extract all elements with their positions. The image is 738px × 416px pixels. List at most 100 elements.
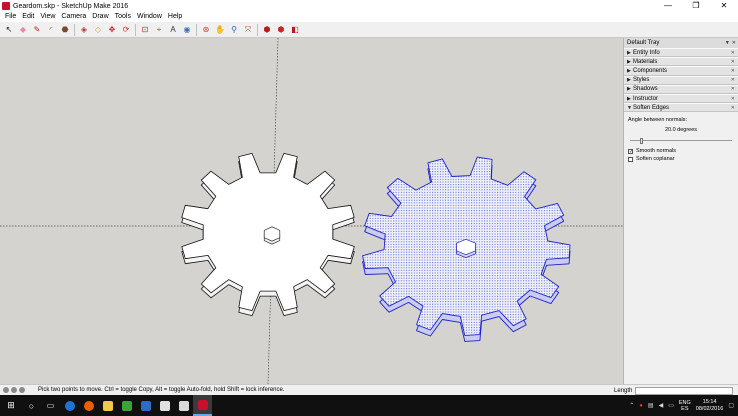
shapes-tool-icon[interactable]: ⬣ [60, 24, 71, 35]
chevron-up-icon[interactable]: ⌃ [629, 402, 634, 409]
toolbar-separator [74, 23, 75, 36]
tray-section-styles[interactable]: ▶ Styles ✕ [624, 75, 738, 85]
menu-help[interactable]: Help [165, 12, 185, 22]
status-bar: Pick two points to move. Ctrl = toggle C… [0, 384, 738, 395]
window-title: Geardom.skp - SketchUp Make 2016 [13, 2, 129, 10]
clock[interactable]: 15:14 08/02/2016 [696, 399, 724, 413]
gear-left[interactable] [181, 153, 355, 317]
tape-measure-tool-icon[interactable]: ⌖ [154, 24, 165, 35]
angle-slider[interactable] [628, 138, 734, 145]
zoom-extents-tool-icon[interactable]: ⤧ [243, 24, 254, 35]
toolbar-separator [196, 23, 197, 36]
credits-icon[interactable] [11, 387, 17, 393]
measurements-input[interactable] [635, 386, 734, 395]
soften-coplanar-row[interactable]: Soften coplanar [628, 156, 734, 162]
section-close-icon[interactable]: ✕ [731, 105, 735, 111]
battery-icon[interactable]: ▭ [668, 402, 674, 409]
model-scene[interactable] [0, 38, 623, 384]
tray-title: Default Tray [627, 40, 660, 46]
help-icon[interactable] [19, 387, 25, 393]
text-tool-icon[interactable]: A [168, 24, 179, 35]
tray-header: Default Tray ▼ ✕ [624, 38, 738, 48]
tray-section-instructor[interactable]: ▶ Instructor ✕ [624, 93, 738, 104]
tray-close-icon[interactable]: ✕ [732, 40, 736, 46]
slider-thumb[interactable] [639, 138, 643, 145]
minimize-button[interactable]: — [654, 0, 682, 12]
pin-icon[interactable]: ▼ [725, 40, 730, 46]
menu-window[interactable]: Window [134, 12, 165, 22]
layout-tool-icon[interactable]: ◧ [290, 24, 301, 35]
pan-tool-icon[interactable]: ✋ [215, 24, 226, 35]
zoom-tool-icon[interactable]: ⚲ [229, 24, 240, 35]
paint-bucket-tool-icon[interactable]: ◉ [182, 24, 193, 35]
status-hint: Pick two points to move. Ctrl = toggle C… [38, 387, 285, 393]
maximize-button[interactable]: ❐ [682, 0, 710, 12]
menu-view[interactable]: View [37, 12, 58, 22]
language-indicator[interactable]: ENG ES [679, 400, 691, 412]
menu-edit[interactable]: Edit [19, 12, 37, 22]
notifications-icon[interactable]: ▢ [728, 402, 734, 409]
section-label: Styles [633, 77, 650, 84]
push-pull-tool-icon[interactable]: ◈ [79, 24, 90, 35]
windows-start-icon[interactable]: ⊞ [0, 395, 22, 416]
measurements-label: Length [614, 387, 633, 394]
menu-draw[interactable]: Draw [89, 12, 111, 22]
edge-browser-icon[interactable] [60, 395, 79, 416]
section-label: Shadows [633, 86, 658, 93]
tray-section-materials[interactable]: ▶ Materials ✕ [624, 57, 738, 67]
main-toolbar: ↖ ◆ ✎ ◜ ⬣ ◈ ◇ ✥ ⟳ ⊡ ⌖ A ◉ ⊛ ✋ ⚲ ⤧ ⬢ ⬢ ◧ [0, 22, 738, 38]
section-close-icon[interactable]: ✕ [731, 68, 735, 74]
menu-bar: File Edit View Camera Draw Tools Window … [0, 12, 738, 22]
section-close-icon[interactable]: ✕ [731, 59, 735, 65]
title-bar: Geardom.skp - SketchUp Make 2016 — ❐ ✕ [0, 0, 738, 12]
menu-camera[interactable]: Camera [58, 12, 89, 22]
network-icon[interactable]: ▤ [648, 402, 654, 409]
green-app-icon[interactable] [117, 395, 136, 416]
line-tool-icon[interactable]: ✎ [32, 24, 43, 35]
orbit-tool-icon[interactable]: ⊛ [201, 24, 212, 35]
menu-tools[interactable]: Tools [112, 12, 134, 22]
close-button[interactable]: ✕ [710, 0, 738, 12]
soften-coplanar-checkbox[interactable] [628, 156, 633, 162]
tray-section-entity-info[interactable]: ▶ Entity Info ✕ [624, 48, 738, 58]
search-icon[interactable]: ○ [22, 395, 41, 416]
angle-label: Angle between normals: [628, 117, 688, 124]
antivirus-icon[interactable]: ● [639, 403, 643, 409]
section-close-icon[interactable]: ✕ [731, 86, 735, 92]
task-view-icon[interactable]: ▭ [41, 395, 60, 416]
section-label: Components [633, 67, 668, 74]
default-tray: Default Tray ▼ ✕ ▶ Entity Info ✕ ▶ Mater… [623, 38, 738, 384]
tray-section-components[interactable]: ▶ Components ✕ [624, 66, 738, 76]
tray-section-shadows[interactable]: ▶ Shadows ✕ [624, 84, 738, 94]
scale-tool-icon[interactable]: ⊡ [140, 24, 151, 35]
firefox-icon[interactable] [79, 395, 98, 416]
smooth-normals-row[interactable]: ✓ Smooth normals [628, 148, 734, 154]
sketchup-app-icon [2, 2, 10, 10]
volume-icon[interactable]: ◀ [659, 402, 664, 409]
rotate-tool-icon[interactable]: ⟳ [121, 24, 132, 35]
sketchup-taskbar-icon[interactable] [193, 395, 212, 416]
smooth-normals-label: Smooth normals [636, 148, 677, 155]
arc-tool-icon[interactable]: ◜ [46, 24, 57, 35]
section-close-icon[interactable]: ✕ [731, 50, 735, 56]
offset-tool-icon[interactable]: ◇ [93, 24, 104, 35]
soften-edges-panel: Angle between normals: 20.0 degrees ✓ Sm… [624, 112, 738, 162]
tray-section-soften-edges[interactable]: ▼ Soften Edges ✕ [624, 103, 738, 113]
section-close-icon[interactable]: ✕ [731, 96, 735, 102]
section-label: Materials [633, 58, 658, 65]
3d-warehouse-tool-icon[interactable]: ⬢ [262, 24, 273, 35]
document-app-icon[interactable] [174, 395, 193, 416]
move-tool-icon[interactable]: ✥ [107, 24, 118, 35]
eraser-tool-icon[interactable]: ◆ [18, 24, 29, 35]
geolocation-icon[interactable] [3, 387, 9, 393]
gear-right-selected[interactable] [362, 156, 571, 342]
photos-icon[interactable] [155, 395, 174, 416]
model-viewport[interactable] [0, 38, 623, 384]
menu-file[interactable]: File [2, 12, 19, 22]
store-icon[interactable] [136, 395, 155, 416]
select-tool-icon[interactable]: ↖ [4, 24, 15, 35]
file-explorer-icon[interactable] [98, 395, 117, 416]
extension-warehouse-tool-icon[interactable]: ⬢ [276, 24, 287, 35]
section-close-icon[interactable]: ✕ [731, 77, 735, 83]
smooth-normals-checkbox[interactable]: ✓ [628, 148, 633, 154]
